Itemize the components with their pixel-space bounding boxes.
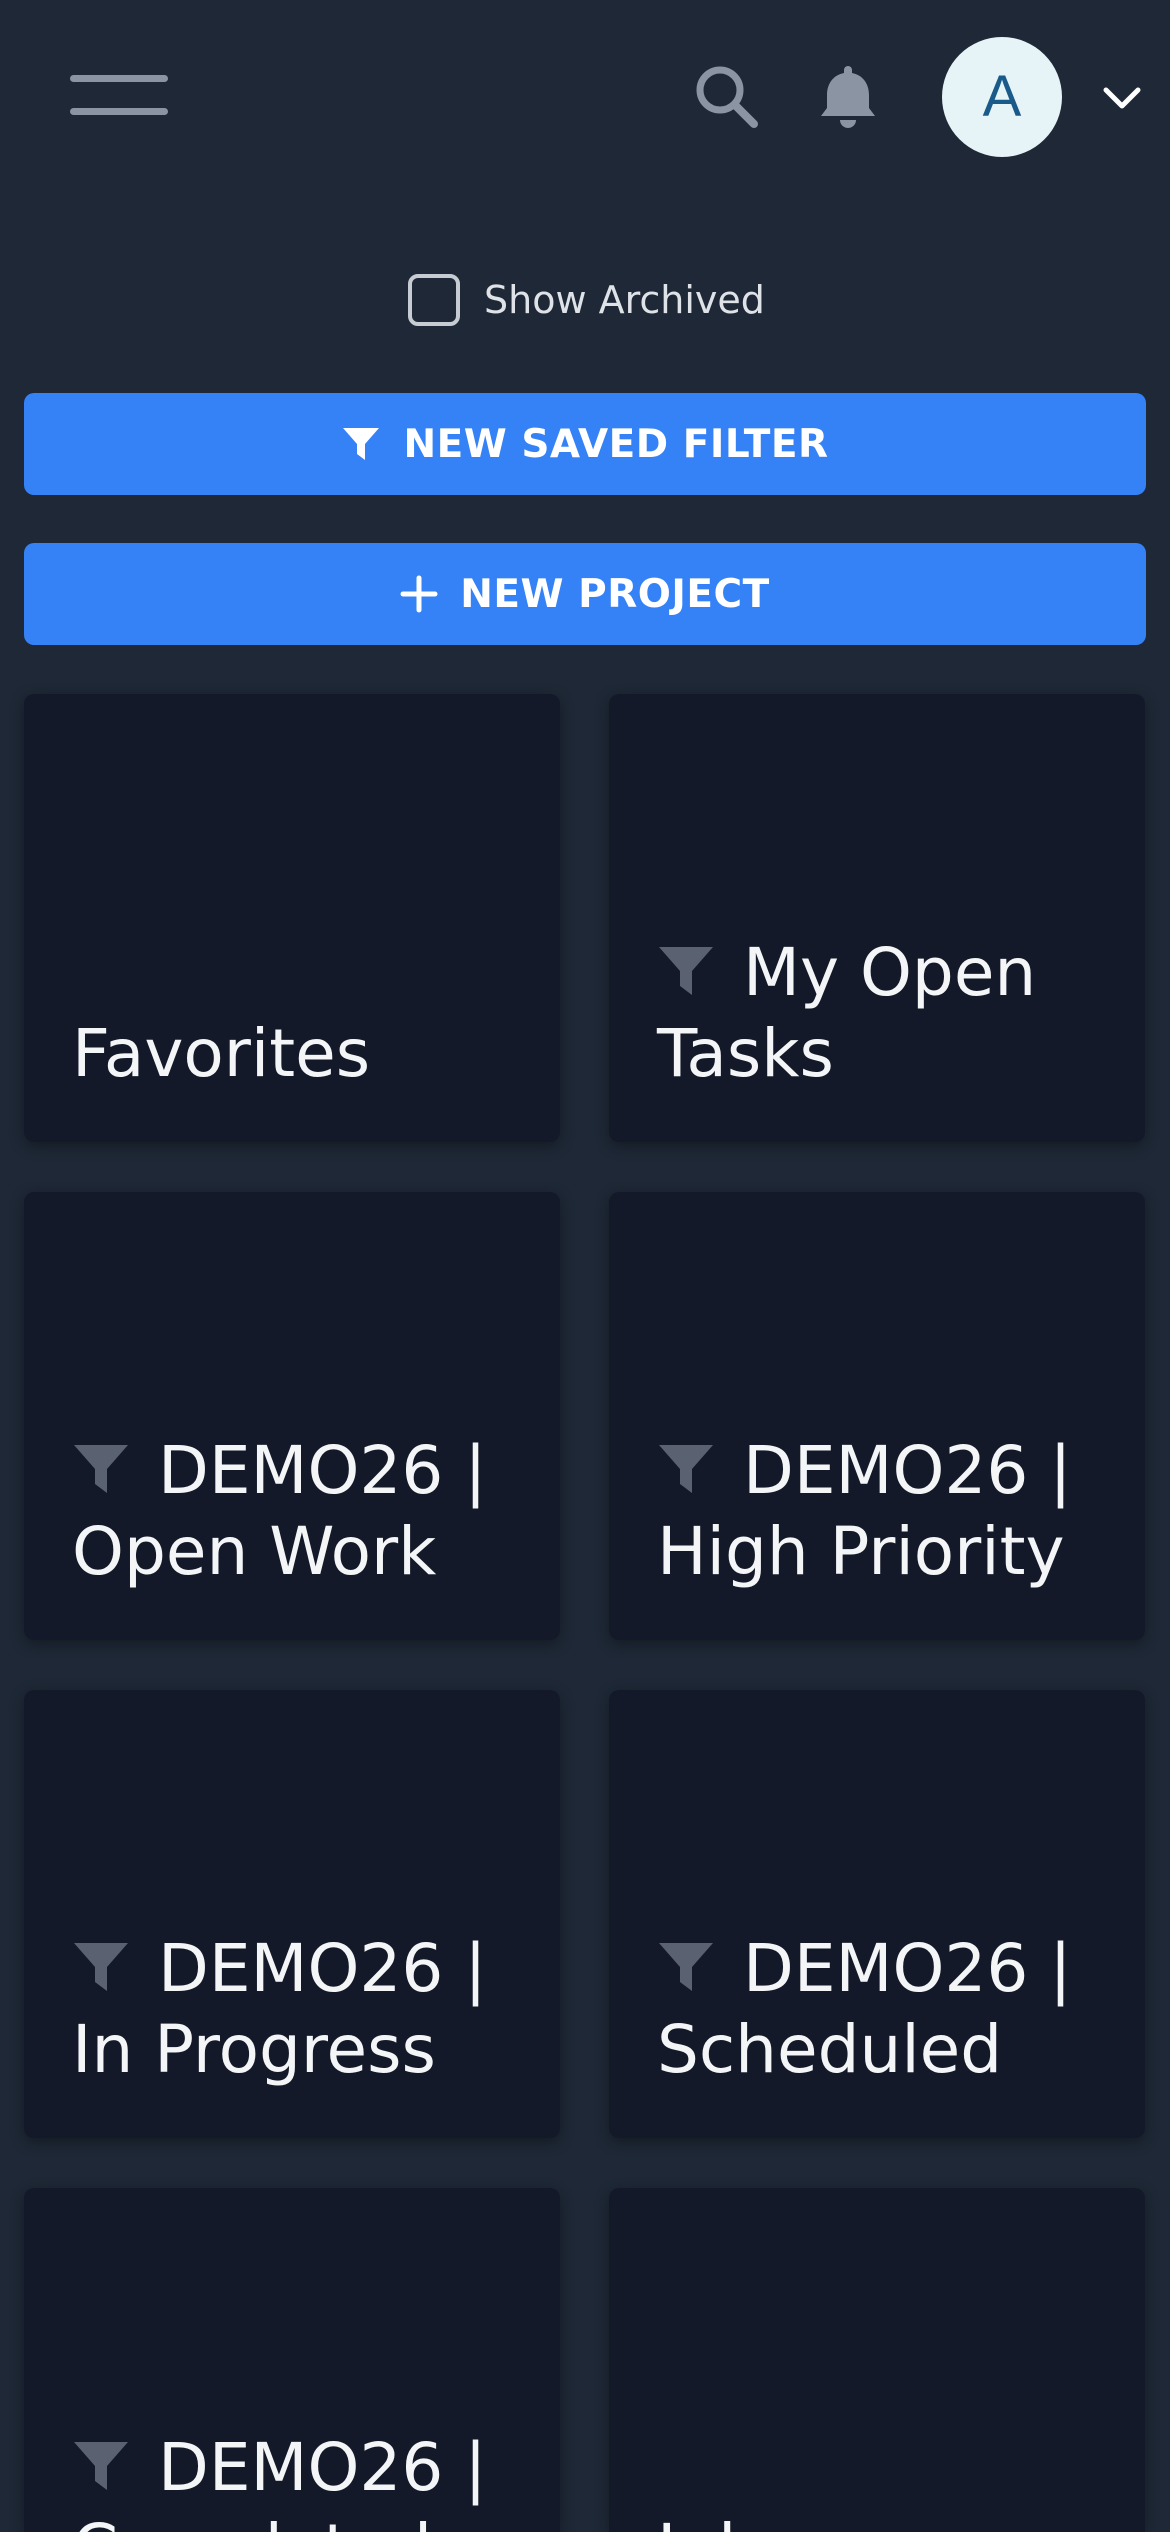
bell-icon[interactable] <box>812 60 884 132</box>
filter-icon <box>74 2442 128 2490</box>
card-title: DEMO26 | In Progress <box>72 1928 530 2090</box>
show-archived-toggle[interactable]: Show Archived <box>408 272 765 328</box>
plus-icon <box>400 575 438 613</box>
saved-filter-card[interactable]: DEMO26 | Open Work <box>24 1192 560 1640</box>
filter-icon <box>659 1943 713 1991</box>
card-title: DEMO26 | High Priority <box>657 1430 1115 1592</box>
saved-filter-card[interactable]: DEMO26 | In Progress <box>24 1690 560 2138</box>
card-title-text: Inbox <box>657 2510 838 2532</box>
new-project-button[interactable]: NEW PROJECT <box>24 543 1146 645</box>
new-saved-filter-label: NEW SAVED FILTER <box>403 421 829 467</box>
card-title-text: DEMO26 | Open Work <box>72 1432 487 1590</box>
card-title: DEMO26 | Open Work <box>72 1430 530 1592</box>
new-project-label: NEW PROJECT <box>460 571 770 617</box>
avatar[interactable]: A <box>942 37 1062 157</box>
card-title: DEMO26 | Completed <box>72 2427 530 2532</box>
project-card[interactable]: Inbox <box>609 2188 1145 2532</box>
filter-icon <box>659 1445 713 1493</box>
menu-icon[interactable] <box>70 75 170 117</box>
card-title-text: DEMO26 | Scheduled <box>657 1930 1072 2088</box>
search-icon[interactable] <box>692 62 762 132</box>
saved-filter-card[interactable]: DEMO26 | Completed <box>24 2188 560 2532</box>
filter-icon <box>341 424 381 464</box>
card-title-text: DEMO26 | Completed <box>72 2429 487 2532</box>
card-title: Inbox <box>657 2508 1115 2532</box>
top-bar: A <box>0 0 1170 200</box>
saved-filter-card[interactable]: My Open Tasks <box>609 694 1145 1142</box>
saved-filter-card[interactable]: DEMO26 | High Priority <box>609 1192 1145 1640</box>
card-title-text: DEMO26 | In Progress <box>72 1930 487 2088</box>
card-title: DEMO26 | Scheduled <box>657 1928 1115 2090</box>
filter-icon <box>659 947 713 995</box>
saved-filter-card[interactable]: DEMO26 | Scheduled <box>609 1690 1145 2138</box>
card-title: Favorites <box>72 1013 530 1094</box>
filter-icon <box>74 1943 128 1991</box>
card-title-text: Favorites <box>72 1015 371 1092</box>
menu-line-bottom <box>70 108 168 115</box>
project-card[interactable]: Favorites <box>24 694 560 1142</box>
chevron-down-icon[interactable] <box>1098 80 1146 116</box>
show-archived-checkbox[interactable] <box>408 274 460 326</box>
show-archived-label: Show Archived <box>484 278 765 322</box>
card-title-text: DEMO26 | High Priority <box>657 1432 1072 1590</box>
menu-line-top <box>70 75 168 82</box>
card-title: My Open Tasks <box>657 932 1115 1094</box>
filter-icon <box>74 1445 128 1493</box>
new-saved-filter-button[interactable]: NEW SAVED FILTER <box>24 393 1146 495</box>
